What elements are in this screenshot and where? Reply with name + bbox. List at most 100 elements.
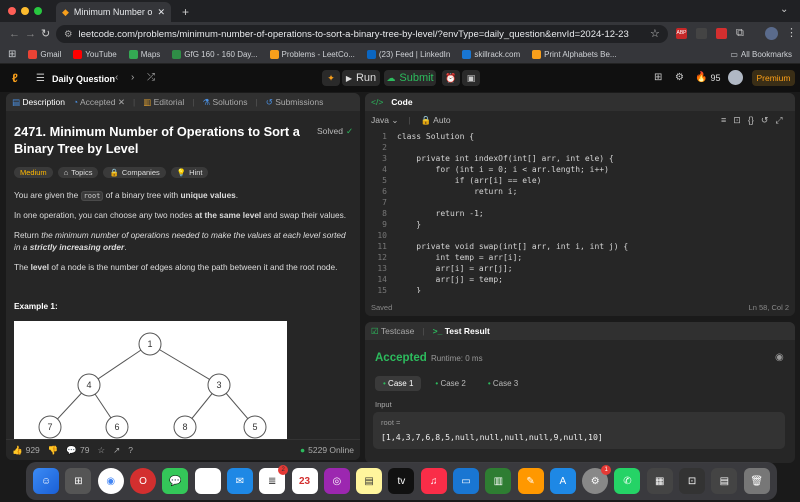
bookmark-leetcode[interactable]: Problems - LeetCo... — [269, 49, 355, 59]
submit-button[interactable]: ☁ Submit — [384, 70, 436, 86]
tab-submissions[interactable]: ↺ Submissions — [266, 97, 324, 108]
calendar-icon[interactable]: 23 — [291, 468, 318, 494]
system-settings-icon[interactable]: ⚙ 1 — [582, 465, 612, 494]
comments-button[interactable]: 💬 79 — [66, 445, 89, 456]
bookmark-linkedin[interactable]: (23) Feed | LinkedIn — [366, 49, 450, 59]
hint-tag[interactable]: 💡 Hint — [170, 167, 209, 178]
maximize-window-button[interactable] — [34, 7, 42, 15]
debug-icon[interactable]: ✦ — [322, 70, 340, 86]
bookmark-gfg[interactable]: GfG 160 - 160 Day... — [172, 49, 258, 59]
tab-accepted[interactable]: ◔ Accepted ✕ — [73, 97, 125, 108]
all-bookmarks[interactable]: ▭ All Bookmarks — [730, 50, 792, 59]
tab-solutions[interactable]: ⚗ Solutions — [203, 97, 248, 108]
close-tab-icon[interactable]: ✕ — [157, 7, 165, 18]
bookmark-icon[interactable]: ⊡ — [733, 115, 741, 126]
tab-description[interactable]: ▤ Description — [12, 97, 65, 108]
reload-icon[interactable]: ↻ — [41, 27, 50, 40]
user-avatar[interactable] — [728, 70, 743, 85]
code-editor[interactable]: 1 class Solution {2 3 private int indexOf(… — [365, 131, 795, 293]
timer-icon[interactable]: ⏰ — [442, 70, 460, 86]
favorite-icon[interactable]: ☆ — [97, 445, 105, 456]
layout-icon[interactable]: ⊞ — [654, 72, 662, 83]
help-icon[interactable]: ? — [128, 445, 133, 455]
daily-question-label[interactable]: Daily Question — [52, 74, 115, 84]
case-1-tab[interactable]: • Case 1 — [375, 376, 422, 391]
tab-editorial[interactable]: ▥ Editorial — [143, 97, 184, 108]
bookmark-youtube[interactable]: YouTube — [73, 49, 117, 59]
extension-red-icon[interactable] — [716, 28, 727, 39]
close-tab-x-icon[interactable]: ✕ — [118, 97, 125, 107]
reset-icon[interactable]: ↺ — [761, 115, 769, 126]
format-icon[interactable]: ≡ — [721, 115, 726, 126]
fullscreen-icon[interactable]: ⤢ — [775, 115, 782, 126]
messages-icon[interactable]: 💬 — [162, 468, 189, 494]
app-store-icon[interactable]: A — [549, 468, 576, 494]
opera-icon[interactable]: O — [130, 468, 157, 494]
pages-icon[interactable]: ✎ — [517, 468, 544, 494]
bookmark-maps[interactable]: Maps — [128, 49, 160, 59]
case-2-tab[interactable]: • Case 2 — [427, 376, 473, 391]
bookmark-skillrack[interactable]: skillrack.com — [462, 49, 520, 59]
reminders-icon[interactable]: ≣ 2 — [259, 465, 289, 494]
notes-app-icon[interactable]: ▤ — [356, 468, 383, 494]
apple-tv-icon[interactable]: tv — [388, 468, 415, 494]
calculator-icon[interactable]: ▦ — [646, 468, 673, 494]
streak-counter[interactable]: 🔥 95 — [695, 72, 720, 83]
finder-icon[interactable]: ☺ — [33, 468, 60, 494]
close-window-button[interactable] — [8, 7, 16, 15]
run-button[interactable]: ▶ Run — [342, 70, 380, 86]
case-3-tab[interactable]: • Case 3 — [480, 376, 526, 391]
bookmark-star-icon[interactable]: ☆ — [650, 27, 660, 40]
browser-tab[interactable]: ◆ Minimum Number of Operatio ✕ — [56, 2, 171, 22]
new-tab-icon[interactable]: + — [182, 5, 189, 19]
topics-tag[interactable]: ⌂ Topics — [57, 167, 99, 178]
premium-button[interactable]: Premium — [752, 70, 795, 86]
prev-problem-icon[interactable]: ‹ — [115, 72, 118, 83]
downloads-icon[interactable]: ▤ — [711, 468, 738, 494]
testcase-tab[interactable]: ☑ Testcase — [371, 326, 414, 337]
bookmark-print-alphabets[interactable]: Print Alphabets Be... — [532, 49, 617, 59]
input-value[interactable]: [1,4,3,7,6,8,5,null,null,null,null,9,nul… — [381, 432, 603, 442]
extensions-puzzle-icon[interactable]: ⧉ — [736, 27, 744, 40]
like-button[interactable]: 👍 929 — [12, 445, 40, 456]
share-icon[interactable]: ↗ — [113, 445, 120, 456]
forward-icon[interactable]: → — [25, 28, 36, 40]
keynote-icon[interactable]: ▭ — [453, 468, 479, 494]
site-info-icon[interactable]: ⚙ — [64, 29, 73, 40]
problem-title[interactable]: 2471. Minimum Number of Operations to So… — [14, 123, 304, 157]
trash-icon[interactable]: 🗑 — [743, 468, 770, 494]
address-bar[interactable]: ⚙ leetcode.com/problems/minimum-number-o… — [56, 25, 668, 43]
language-select[interactable]: Java ⌄ — [371, 115, 398, 126]
auto-toggle[interactable]: 🔒 Auto — [421, 115, 451, 126]
numbers-icon[interactable]: ▥ — [485, 468, 512, 494]
shuffle-icon[interactable]: ⤮ — [147, 72, 155, 83]
whatsapp-icon[interactable]: ✆ — [614, 468, 641, 494]
browser-menu-icon[interactable]: ⋮ — [786, 26, 797, 39]
photos-icon[interactable]: ✿ — [194, 468, 221, 494]
profile-avatar-icon[interactable] — [765, 27, 778, 40]
problem-list-icon[interactable]: ☰ — [36, 73, 45, 84]
leetcode-logo-icon[interactable]: ℓ — [12, 71, 18, 85]
braces-icon[interactable]: {} — [748, 115, 754, 126]
bookmark-gmail[interactable]: Gmail — [28, 49, 61, 59]
apps-grid-icon[interactable]: ⊞ — [8, 49, 16, 60]
test-result-tab[interactable]: >_ Test Result — [433, 326, 490, 336]
screenshot-icon[interactable]: ⊡ — [679, 468, 706, 494]
notes-icon[interactable]: ▣ — [462, 70, 480, 86]
back-icon[interactable]: ← — [9, 28, 20, 40]
companies-tag[interactable]: 🔒 Companies — [103, 167, 166, 178]
tab-search-icon[interactable]: ⌄ — [780, 4, 788, 15]
music-icon[interactable]: ♫ — [420, 468, 447, 494]
mail-icon[interactable]: ✉ — [226, 468, 253, 494]
next-problem-icon[interactable]: › — [131, 72, 134, 83]
code-tab[interactable]: Code — [391, 97, 412, 107]
extension-icon[interactable] — [696, 28, 707, 39]
dislike-button[interactable]: 👎 — [48, 445, 59, 456]
adblock-extension-icon[interactable]: ABP — [676, 28, 687, 39]
podcasts-icon[interactable]: ◎ — [323, 468, 350, 494]
minimize-window-button[interactable] — [21, 7, 29, 15]
eye-icon[interactable]: ◉ — [775, 352, 784, 363]
chrome-icon[interactable]: ◉ — [97, 468, 124, 494]
launchpad-icon[interactable]: ⊞ — [65, 468, 92, 494]
settings-gear-icon[interactable]: ⚙ — [675, 72, 684, 83]
